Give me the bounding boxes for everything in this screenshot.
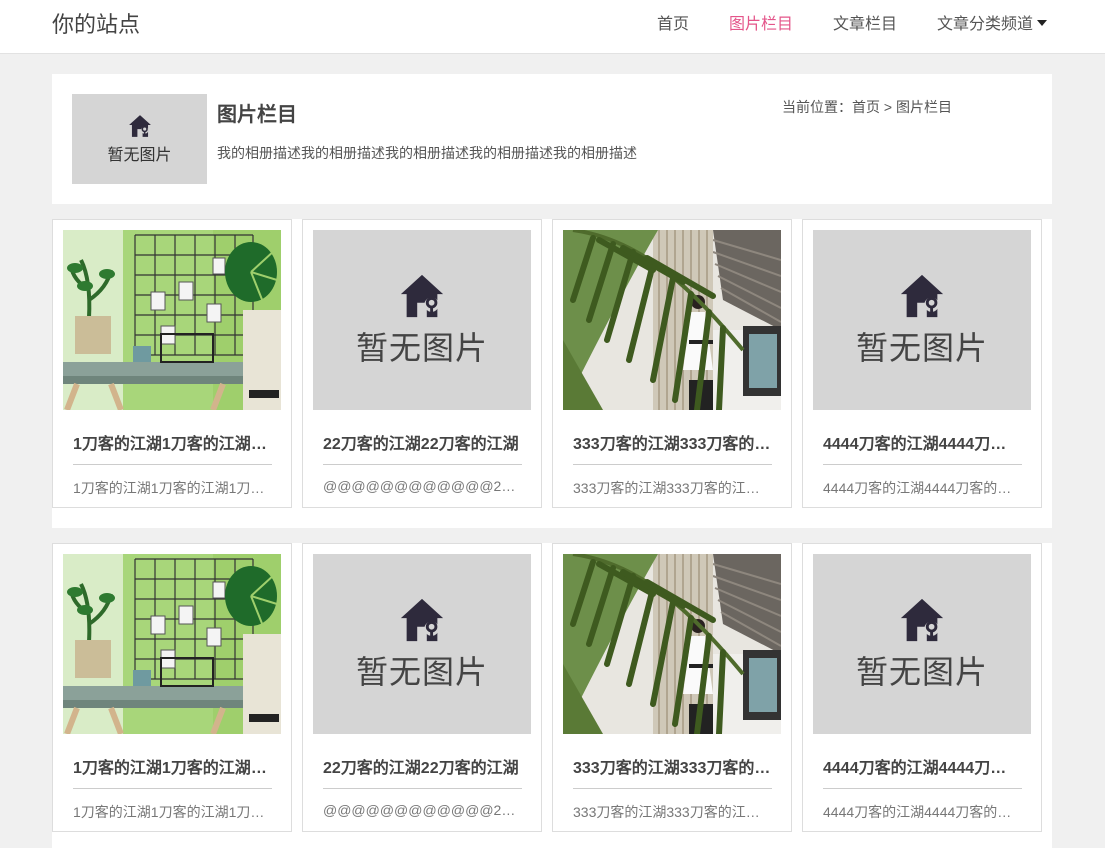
column-description: 我的相册描述我的相册描述我的相册描述我的相册描述我的相册描述 (217, 145, 637, 161)
card-title[interactable]: 22刀客的江湖22刀客的江湖 (323, 430, 522, 454)
card-image[interactable] (63, 554, 281, 734)
card-divider (323, 464, 522, 465)
card-image[interactable]: 暂无图片 (313, 230, 531, 410)
column-thumbnail: 暂无图片 (72, 94, 207, 184)
card-divider (323, 788, 522, 789)
card-divider (823, 788, 1022, 789)
gallery-section-1: 1刀客的江湖1刀客的江湖1刀客的江湖 1刀客的江湖1刀客的江湖1刀客的江湖 暂无… (52, 219, 1052, 528)
gallery-card[interactable]: 1刀客的江湖1刀客的江湖1刀客的江湖 1刀客的江湖1刀客的江湖1刀客的江湖 (52, 219, 292, 508)
card-image[interactable]: 暂无图片 (813, 230, 1031, 410)
no-image-label: 暂无图片 (107, 147, 172, 164)
breadcrumb-home-link[interactable]: 首页 (852, 99, 880, 115)
card-description: @@@@@@@@@@@@22@@@@ (323, 478, 522, 494)
card-image[interactable]: 暂无图片 (813, 554, 1031, 734)
breadcrumb-separator: > (883, 99, 893, 115)
no-image-house-icon (900, 274, 944, 318)
gallery-card[interactable]: 333刀客的江湖333刀客的江湖 333刀客的江湖333刀客的江湖333 (552, 543, 792, 832)
gallery-card[interactable]: 暂无图片 22刀客的江湖22刀客的江湖 @@@@@@@@@@@@22@@@@ (302, 219, 542, 508)
gallery-card[interactable]: 暂无图片 22刀客的江湖22刀客的江湖 @@@@@@@@@@@@22@@@@ (302, 543, 542, 832)
card-title[interactable]: 22刀客的江湖22刀客的江湖 (323, 754, 522, 778)
card-title[interactable]: 4444刀客的江湖4444刀客的江湖 (823, 754, 1022, 778)
card-image[interactable] (563, 230, 781, 410)
main-nav: 首页 图片栏目 文章栏目 文章分类频道 (617, 0, 1047, 50)
card-description: 4444刀客的江湖4444刀客的江湖 (823, 480, 1022, 496)
card-description: 333刀客的江湖333刀客的江湖333 (573, 480, 772, 496)
nav-item-home[interactable]: 首页 (657, 0, 689, 50)
card-title[interactable]: 4444刀客的江湖4444刀客的江湖 (823, 430, 1022, 454)
site-title[interactable]: 你的站点 (52, 10, 140, 40)
breadcrumb-prefix: 当前位置： (782, 99, 853, 115)
gallery-section-2: 1刀客的江湖1刀客的江湖1刀客的江湖 1刀客的江湖1刀客的江湖1刀客的江湖 暂无… (52, 543, 1052, 848)
no-image-house-icon (128, 115, 151, 137)
breadcrumb-current-link[interactable]: 图片栏目 (896, 99, 952, 115)
gallery-card[interactable]: 暂无图片 4444刀客的江湖4444刀客的江湖 4444刀客的江湖4444刀客的… (802, 543, 1042, 832)
card-divider (823, 464, 1022, 465)
no-image-house-icon (400, 274, 444, 318)
top-navbar: 你的站点 首页 图片栏目 文章栏目 文章分类频道 (0, 0, 1105, 54)
no-image-label: 暂无图片 (355, 330, 488, 366)
card-image[interactable]: 暂无图片 (313, 554, 531, 734)
gallery-card[interactable]: 333刀客的江湖333刀客的江湖 333刀客的江湖333刀客的江湖333 (552, 219, 792, 508)
card-divider (573, 464, 772, 465)
card-description: 333刀客的江湖333刀客的江湖333 (573, 804, 772, 820)
card-image[interactable] (563, 554, 781, 734)
no-image-label: 暂无图片 (855, 330, 988, 366)
no-image-house-icon (900, 598, 944, 642)
no-image-label: 暂无图片 (355, 654, 488, 690)
nav-item-picture-column[interactable]: 图片栏目 (729, 0, 793, 50)
no-image-house-icon (400, 598, 444, 642)
nav-item-article-column[interactable]: 文章栏目 (833, 0, 897, 50)
card-title[interactable]: 333刀客的江湖333刀客的江湖 (573, 430, 772, 454)
card-description: 1刀客的江湖1刀客的江湖1刀客的江湖 (73, 480, 272, 496)
card-divider (573, 788, 772, 789)
card-divider (73, 464, 272, 465)
gallery-card[interactable]: 1刀客的江湖1刀客的江湖1刀客的江湖 1刀客的江湖1刀客的江湖1刀客的江湖 (52, 543, 292, 832)
card-title[interactable]: 1刀客的江湖1刀客的江湖1刀客的江湖 (73, 754, 272, 778)
card-description: 4444刀客的江湖4444刀客的江湖 (823, 804, 1022, 820)
column-title: 图片栏目 (217, 104, 297, 126)
column-header: 暂无图片 图片栏目 我的相册描述我的相册描述我的相册描述我的相册描述我的相册描述… (52, 74, 1052, 204)
breadcrumb: 当前位置：首页 > 图片栏目 (782, 97, 952, 117)
card-image[interactable] (63, 230, 281, 410)
no-image-label: 暂无图片 (855, 654, 988, 690)
card-title[interactable]: 333刀客的江湖333刀客的江湖 (573, 754, 772, 778)
gallery-card[interactable]: 暂无图片 4444刀客的江湖4444刀客的江湖 4444刀客的江湖4444刀客的… (802, 219, 1042, 508)
card-description: 1刀客的江湖1刀客的江湖1刀客的江湖 (73, 804, 272, 820)
caret-down-icon (1037, 19, 1047, 26)
nav-item-label: 文章分类频道 (936, 16, 1033, 33)
card-divider (73, 788, 272, 789)
nav-item-article-category-channel[interactable]: 文章分类频道 (937, 0, 1047, 50)
card-title[interactable]: 1刀客的江湖1刀客的江湖1刀客的江湖 (73, 430, 272, 454)
card-description: @@@@@@@@@@@@22@@@@ (323, 802, 522, 818)
